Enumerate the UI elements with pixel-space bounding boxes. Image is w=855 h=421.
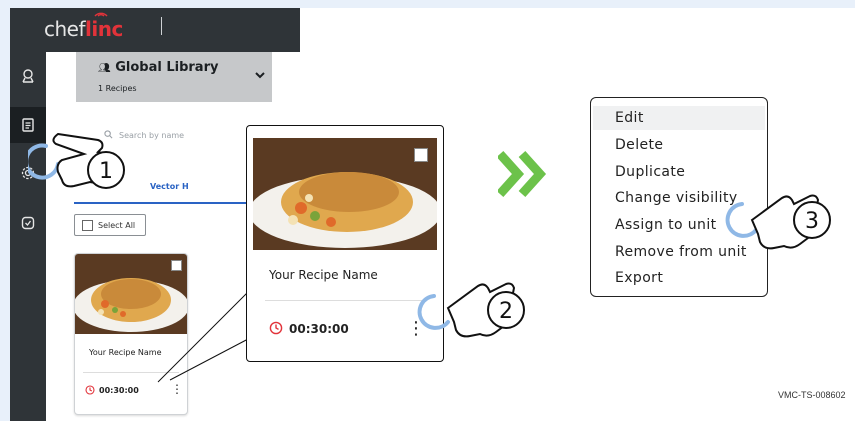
library-selector[interactable]: 👥︎ Global Library 1 Recipes — [76, 52, 272, 102]
users-icon: 👥︎ — [98, 63, 111, 74]
chevron-down-icon — [255, 72, 265, 79]
select-all-button[interactable]: Select All — [74, 214, 146, 236]
select-all-label: Select All — [98, 220, 136, 230]
zoomed-recipe-image — [253, 138, 437, 250]
zoomed-card-checkbox — [414, 148, 428, 162]
menu-item-export[interactable]: Export — [615, 270, 663, 286]
step-2-number: 2 — [499, 299, 513, 324]
hand-pointer-icon: 1 — [28, 132, 125, 189]
location-pin-icon — [22, 69, 34, 83]
library-count: 1 Recipes — [98, 84, 137, 93]
menu-item-assign-to-unit[interactable]: Assign to unit — [615, 217, 717, 233]
recipe-time: 00:30:00 — [99, 386, 139, 395]
app-header: cheflinc — [10, 8, 300, 52]
zoom-callout-lines — [157, 290, 251, 383]
logo-suffix: linc — [85, 17, 123, 41]
menu-item-change-visibility[interactable]: Change visibility — [615, 190, 738, 206]
zoomed-clock-icon — [269, 321, 283, 335]
header-separator — [161, 17, 162, 35]
step-1-number: 1 — [99, 159, 113, 184]
logo-prefix: chef — [44, 17, 86, 41]
signal-icon — [94, 12, 108, 17]
tab-vector-h[interactable]: Vector H — [150, 182, 189, 191]
hand-pointer-icon-2: 2 — [417, 282, 525, 338]
zoomed-card-divider — [265, 300, 425, 301]
left-band — [0, 0, 10, 421]
zoomed-recipe-time: 00:30:00 — [289, 322, 349, 336]
select-all-checkbox[interactable] — [82, 219, 93, 231]
top-band — [0, 0, 855, 8]
library-title: 👥︎ Global Library — [98, 60, 219, 75]
document-id: VMC-TS-008602 — [778, 390, 846, 400]
card-checkbox[interactable] — [171, 260, 182, 271]
rail-item-locations[interactable] — [10, 58, 46, 94]
rail-item-security[interactable] — [10, 205, 46, 241]
menu-item-duplicate[interactable]: Duplicate — [615, 164, 685, 180]
menu-item-edit[interactable]: Edit — [615, 110, 644, 126]
menu-item-delete[interactable]: Delete — [615, 137, 663, 153]
shield-icon — [21, 216, 35, 230]
hand-pointer-icon-3: 3 — [725, 194, 831, 250]
zoomed-recipe-name: Your Recipe Name — [269, 268, 378, 282]
step-3-number: 3 — [805, 209, 819, 234]
sidebar-rail — [10, 52, 46, 421]
double-chevron-right-icon — [498, 150, 547, 198]
clock-icon — [85, 385, 95, 395]
app-logo: cheflinc — [44, 12, 123, 41]
